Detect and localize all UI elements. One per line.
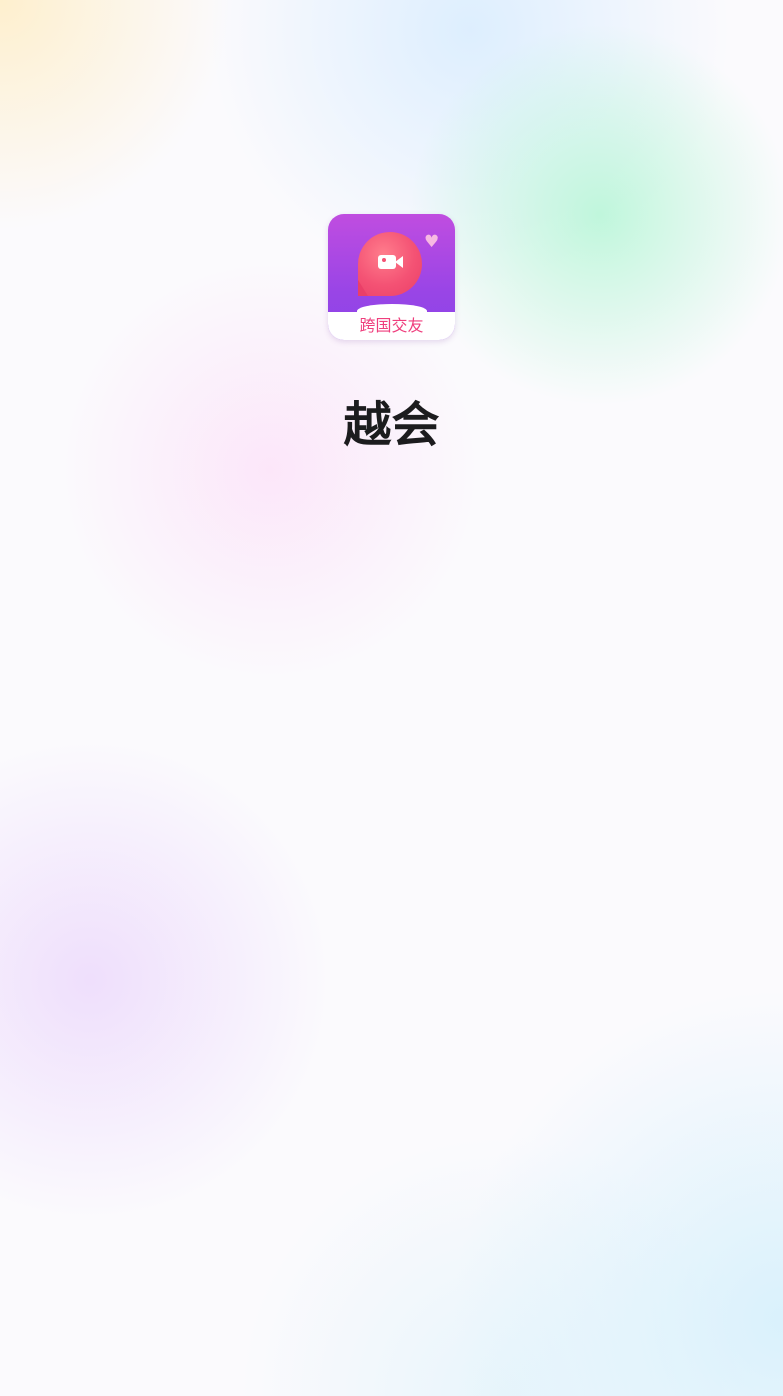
app-logo: ♥ 跨国交友 <box>328 214 455 340</box>
heart-icon: ♥ <box>424 232 440 252</box>
splash-screen: ♥ 跨国交友 越会 <box>0 0 783 1396</box>
video-camera-lens-icon <box>395 256 403 268</box>
video-camera-icon <box>378 255 396 269</box>
chat-bubble-tail <box>358 280 368 296</box>
app-name: 越会 <box>343 397 440 453</box>
logo-banner-text: 跨国交友 <box>328 312 455 340</box>
video-camera-dot <box>382 258 386 262</box>
